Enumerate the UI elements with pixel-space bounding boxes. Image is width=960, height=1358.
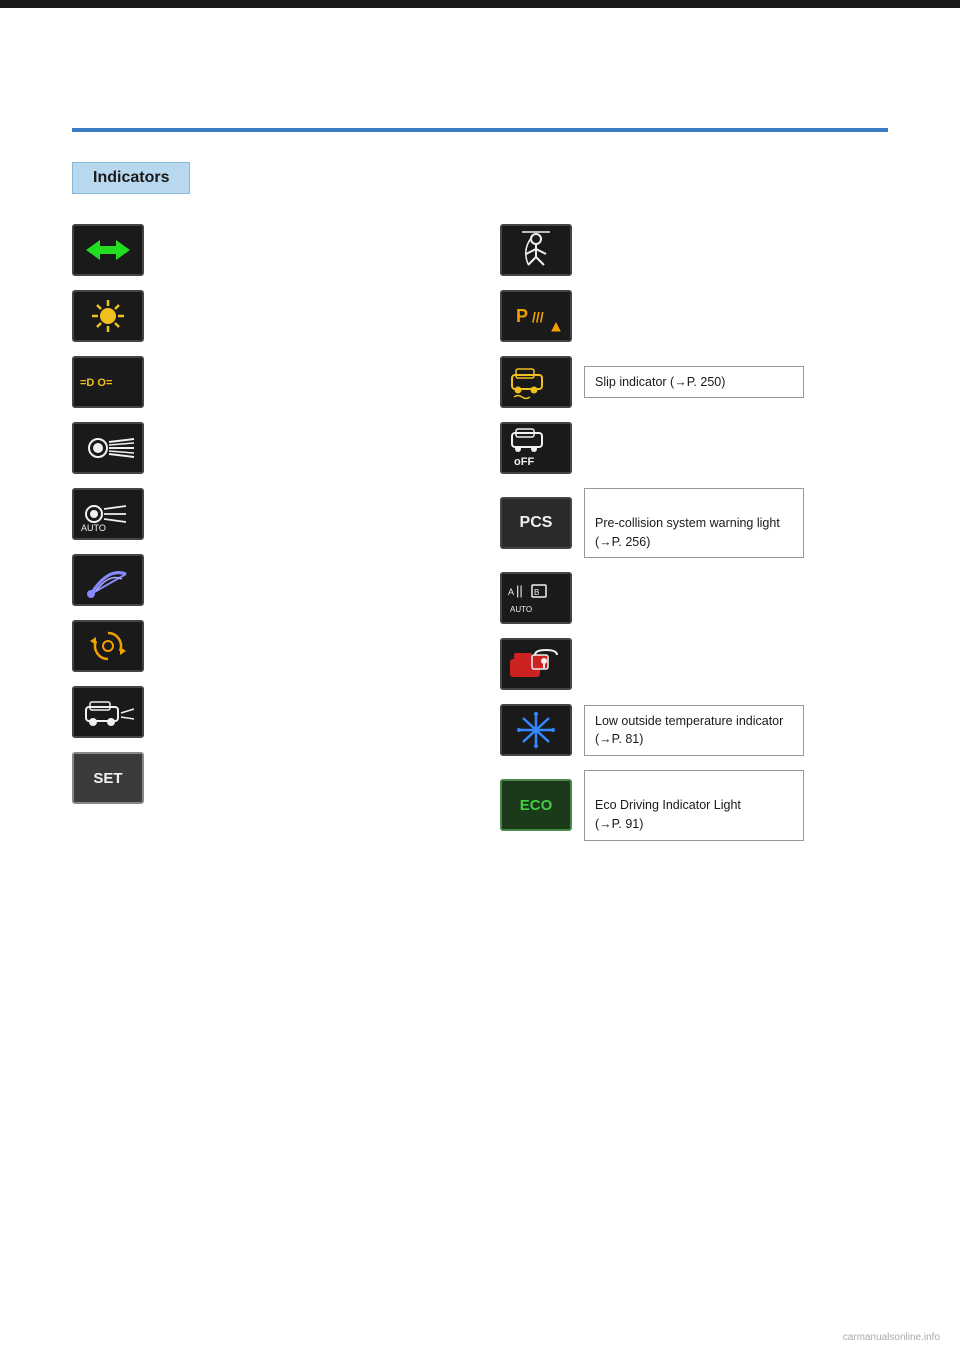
list-item — [72, 290, 460, 342]
list-item — [500, 638, 888, 690]
auto-brake-icon: A || B AUTO — [500, 572, 572, 624]
list-item: Low outside temperature indicator (→P. 8… — [500, 704, 888, 756]
door-lock-icon — [500, 638, 572, 690]
list-item: =D O= — [72, 356, 460, 408]
list-item — [72, 554, 460, 606]
set-label: SET — [93, 770, 122, 787]
seatbelt-icon — [500, 224, 572, 276]
pcs-label: PCS — [520, 514, 553, 532]
svg-text:oFF: oFF — [514, 456, 534, 468]
car-slide-icon — [72, 686, 144, 738]
svg-text:P: P — [516, 306, 528, 326]
parking-brake-icon: P /// — [500, 290, 572, 342]
slip-off-icon: oFF — [500, 422, 572, 474]
eco-icon: ECO — [500, 779, 572, 831]
low-temp-icon — [500, 704, 572, 756]
svg-text:///: /// — [532, 309, 544, 325]
maintenance-icon — [72, 620, 144, 672]
wiper-icon — [72, 554, 144, 606]
turn-signal-icon — [72, 224, 144, 276]
svg-text:B: B — [534, 588, 539, 597]
svg-text:A: A — [508, 587, 514, 597]
list-item: Slip indicator (→P. 250) — [500, 356, 888, 408]
right-column: P /// Slip i — [500, 224, 888, 841]
list-item — [72, 620, 460, 672]
svg-text:||: || — [516, 583, 523, 598]
list-item: ECO Eco Driving Indicator Light (→P. 91) — [500, 770, 888, 840]
left-column: =D O= — [72, 224, 460, 841]
list-item — [72, 422, 460, 474]
blue-rule — [72, 128, 888, 132]
eco-description: Eco Driving Indicator Light (→P. 91) — [584, 770, 804, 840]
set-icon: SET — [72, 752, 144, 804]
svg-text:AUTO: AUTO — [81, 523, 106, 533]
svg-text:=D O=: =D O= — [80, 377, 112, 389]
list-item — [72, 224, 460, 276]
slip-indicator-description: Slip indicator (→P. 250) — [584, 366, 804, 399]
list-item: AUTO — [72, 488, 460, 540]
headlight-icon — [72, 422, 144, 474]
auto-beam-icon: AUTO — [72, 488, 144, 540]
pcs-description: Pre-collision system warning light (→P. … — [584, 488, 804, 558]
list-item — [72, 686, 460, 738]
high-beam-flash-icon: =D O= — [72, 356, 144, 408]
list-item: PCS Pre-collision system warning light (… — [500, 488, 888, 558]
daytime-light-icon — [72, 290, 144, 342]
list-item: SET — [72, 752, 460, 804]
list-item: A || B AUTO — [500, 572, 888, 624]
list-item: oFF — [500, 422, 888, 474]
section-title: Indicators — [72, 162, 190, 194]
pcs-icon: PCS — [500, 497, 572, 549]
slip-indicator-icon — [500, 356, 572, 408]
top-bar — [0, 0, 960, 8]
watermark: carmanualsonline.info — [843, 1332, 940, 1343]
list-item — [500, 224, 888, 276]
eco-label: ECO — [520, 797, 553, 814]
low-temp-description: Low outside temperature indicator (→P. 8… — [584, 705, 804, 757]
section-header: Indicators — [72, 162, 888, 194]
svg-text:AUTO: AUTO — [510, 605, 532, 614]
list-item: P /// — [500, 290, 888, 342]
